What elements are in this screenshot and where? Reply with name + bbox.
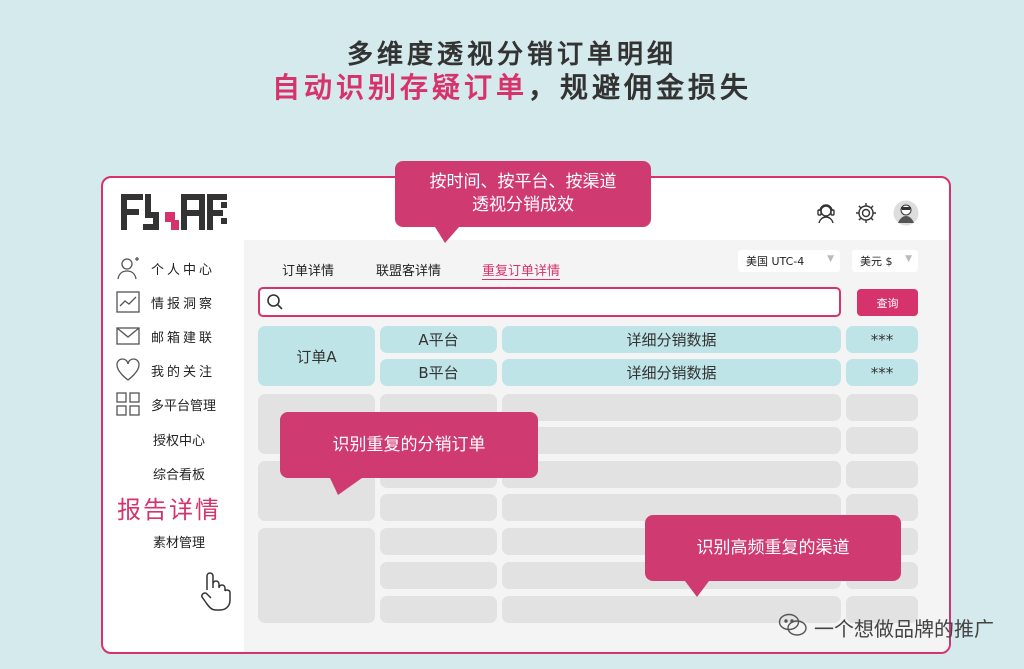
sidebar-item-personal-center[interactable]: 个人中心 (115, 254, 215, 282)
placeholder-cell (846, 461, 918, 488)
sidebar: 个人中心 情报洞察 邮箱建联 我的关注 多平台管理 授权中心 综合看板 报告详情… (103, 240, 243, 652)
pointer-hand-icon (201, 572, 231, 611)
placeholder-cell (258, 528, 375, 623)
order-cell: 订单A (258, 326, 375, 386)
callout-top-line2: 透视分销成效 (472, 195, 574, 215)
query-button[interactable]: 查询 (857, 289, 918, 316)
sidebar-item-label: 邮箱建联 (151, 330, 216, 346)
timezone-select[interactable]: 美国 UTC-4 ▼ (738, 250, 840, 272)
chevron-down-icon: ▼ (905, 254, 912, 264)
header-icons (813, 200, 919, 226)
tab-duplicate-order-detail[interactable]: 重复订单详情 (482, 260, 560, 279)
sidebar-subitem-report-detail[interactable]: 报告详情 (117, 490, 221, 525)
watermark-text: 一个想做品牌的推广 (814, 617, 994, 641)
callout-middle-text: 识别重复的分销订单 (332, 434, 486, 455)
placeholder-cell (846, 427, 918, 454)
search-bar (258, 287, 841, 317)
currency-value: 美元 $ (860, 255, 893, 268)
support-agent-icon[interactable] (813, 200, 839, 226)
chart-icon (115, 289, 141, 315)
grid-icon (115, 391, 141, 417)
masked-cell: *** (846, 326, 918, 353)
timezone-value: 美国 UTC-4 (746, 255, 805, 268)
placeholder-cell (380, 596, 497, 623)
callout-bottom-text: 识别高频重复的渠道 (696, 537, 850, 558)
placeholder-cell (846, 394, 918, 421)
sidebar-subitem-dashboard[interactable]: 综合看板 (153, 464, 205, 483)
sidebar-item-following[interactable]: 我的关注 (115, 356, 215, 384)
watermark: 一个想做品牌的推广 (778, 612, 994, 643)
placeholder-cell (502, 427, 841, 454)
sidebar-subitem-material[interactable]: 素材管理 (153, 532, 205, 551)
callout-bottom: 识别高频重复的渠道 (645, 515, 901, 597)
platform-cell: A平台 (380, 326, 497, 353)
user-icon (115, 255, 141, 281)
search-input[interactable] (290, 292, 830, 312)
tab-affiliate-detail[interactable]: 联盟客详情 (376, 260, 441, 279)
tab-order-detail[interactable]: 订单详情 (282, 260, 334, 279)
placeholder-cell (380, 562, 497, 589)
currency-select[interactable]: 美元 $ ▼ (852, 250, 918, 272)
search-icon (266, 293, 284, 315)
headline-line-2: 自动识别存疑订单，规避佣金损失 (0, 66, 1024, 106)
avatar[interactable] (893, 200, 919, 226)
placeholder-cell (502, 394, 841, 421)
sidebar-item-insight[interactable]: 情报洞察 (115, 288, 215, 316)
placeholder-cell (380, 494, 497, 521)
placeholder-cell (502, 461, 841, 488)
headline-rest: ，规避佣金损失 (528, 71, 753, 104)
masked-cell: *** (846, 359, 918, 386)
platform-cell: B平台 (380, 359, 497, 386)
callout-top: 按时间、按平台、按渠道 透视分销成效 (395, 161, 651, 243)
sidebar-item-label: 我的关注 (151, 364, 216, 380)
placeholder-cell (380, 528, 497, 555)
callout-middle: 识别重复的分销订单 (280, 412, 538, 495)
gear-icon[interactable] (853, 200, 879, 226)
detail-cell: 详细分销数据 (502, 359, 841, 386)
wechat-icon (778, 612, 808, 643)
sidebar-subitem-authorization[interactable]: 授权中心 (153, 430, 205, 449)
detail-cell: 详细分销数据 (502, 326, 841, 353)
callout-top-line1: 按时间、按平台、按渠道 (429, 172, 617, 192)
sidebar-item-mail[interactable]: 邮箱建联 (115, 322, 215, 350)
sidebar-item-label: 情报洞察 (151, 296, 216, 312)
headline-highlight: 自动识别存疑订单 (271, 71, 528, 104)
chevron-down-icon: ▼ (827, 254, 834, 264)
mail-icon (115, 323, 141, 349)
heart-icon (115, 357, 141, 383)
sidebar-item-multi-platform[interactable]: 多平台管理 (115, 390, 216, 418)
sidebar-item-label: 个人中心 (151, 262, 216, 278)
brand-logo (121, 194, 227, 230)
sidebar-item-label: 多平台管理 (151, 398, 217, 414)
